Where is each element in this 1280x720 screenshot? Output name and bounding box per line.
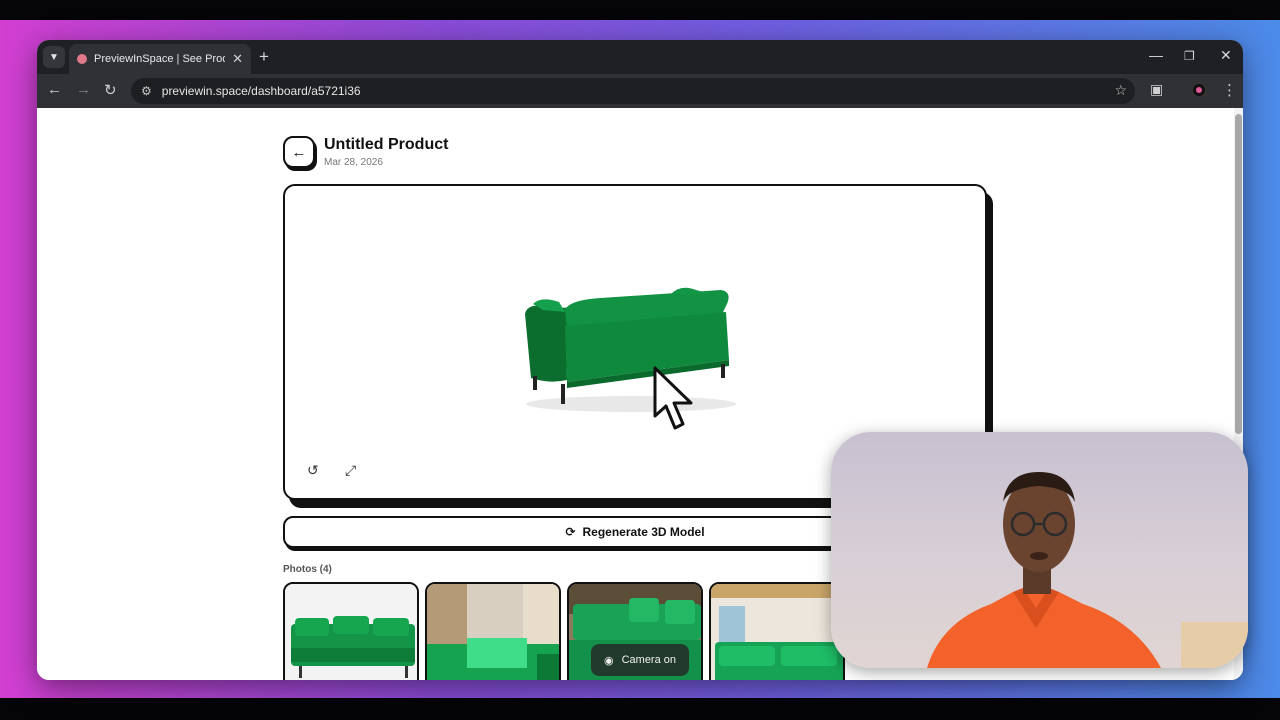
back-button[interactable]: ← <box>283 136 315 168</box>
camera-label: Camera on <box>621 654 677 666</box>
forward-arrow-icon[interactable]: → <box>76 81 91 98</box>
product-title: Untitled Product <box>324 136 449 153</box>
product-date: Mar 28, 2026 <box>324 157 383 168</box>
fullscreen-icon[interactable]: ⤢ <box>345 462 356 479</box>
profile-icon[interactable] <box>1191 82 1207 98</box>
back-arrow-icon[interactable]: ← <box>47 81 62 98</box>
minimize-icon[interactable]: — <box>1149 47 1163 63</box>
photo-thumbnail[interactable] <box>283 582 419 680</box>
close-icon[interactable]: ✕ <box>232 51 243 67</box>
tab-search-icon[interactable]: ▼ <box>43 46 65 68</box>
browser-toolbar: ← → ↻ ⚙ previewin.space/dashboard/a5721i… <box>37 74 1243 108</box>
kebab-menu-icon[interactable]: ⋮ <box>1222 81 1237 99</box>
address-bar[interactable]: ⚙ previewin.space/dashboard/a5721i36 ☆ <box>131 78 1135 104</box>
browser-tab[interactable]: PreviewInSpace | See Products ✕ <box>69 44 251 74</box>
star-icon[interactable]: ☆ <box>1114 82 1127 99</box>
plus-icon[interactable]: + <box>259 47 269 67</box>
extensions-icon[interactable]: ▣ <box>1150 81 1163 98</box>
reload-icon[interactable]: ↻ <box>104 81 117 99</box>
photo-image <box>285 584 417 680</box>
mouse-cursor-icon <box>653 366 693 430</box>
favicon-icon <box>77 54 87 64</box>
url-text[interactable]: previewin.space/dashboard/a5721i36 <box>162 84 361 98</box>
scrollbar-thumb[interactable] <box>1235 114 1242 434</box>
tab-title: PreviewInSpace | See Products <box>94 53 225 65</box>
sofa-3d-model[interactable] <box>521 286 741 416</box>
photo-thumbnail[interactable] <box>709 582 845 680</box>
restore-icon[interactable]: ❐ <box>1184 49 1195 63</box>
letterbox-bottom <box>0 698 1280 720</box>
webcam-overlay <box>831 432 1248 668</box>
photo-thumbnail[interactable] <box>425 582 561 680</box>
refresh-icon: ⟳ <box>565 525 576 539</box>
photo-image <box>427 584 559 680</box>
regenerate-label: Regenerate 3D Model <box>582 525 705 539</box>
photos-label: Photos (4) <box>283 564 332 575</box>
camera-icon: ◉ <box>603 654 614 667</box>
site-info-icon[interactable]: ⚙ <box>141 84 152 98</box>
letterbox-top <box>0 0 1280 20</box>
title-bar: ▼ PreviewInSpace | See Products ✕ + — ❐ … <box>37 40 1243 74</box>
back-arrow-icon: ← <box>291 143 307 161</box>
rotate-reset-icon[interactable]: ↺ <box>307 462 319 479</box>
close-window-icon[interactable]: ✕ <box>1220 47 1232 64</box>
photo-image <box>711 584 843 680</box>
presenter-video <box>927 472 1248 668</box>
camera-on-badge[interactable]: ◉ Camera on <box>591 644 689 676</box>
